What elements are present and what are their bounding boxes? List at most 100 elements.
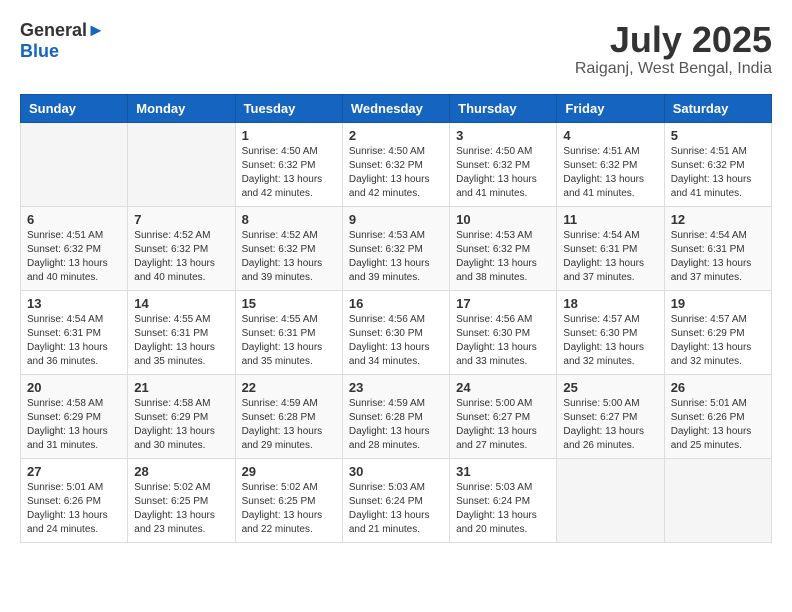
day-info: Sunrise: 4:55 AM Sunset: 6:31 PM Dayligh… bbox=[134, 313, 228, 369]
day-info: Sunrise: 5:01 AM Sunset: 6:26 PM Dayligh… bbox=[671, 397, 765, 453]
calendar-header-row: Sunday Monday Tuesday Wednesday Thursday… bbox=[21, 94, 772, 122]
col-friday: Friday bbox=[557, 94, 664, 122]
table-row bbox=[664, 458, 771, 542]
day-number: 3 bbox=[456, 128, 550, 143]
table-row: 16Sunrise: 4:56 AM Sunset: 6:30 PM Dayli… bbox=[342, 290, 449, 374]
col-monday: Monday bbox=[128, 94, 235, 122]
day-info: Sunrise: 4:50 AM Sunset: 6:32 PM Dayligh… bbox=[349, 145, 443, 201]
day-info: Sunrise: 4:53 AM Sunset: 6:32 PM Dayligh… bbox=[349, 229, 443, 285]
day-info: Sunrise: 4:56 AM Sunset: 6:30 PM Dayligh… bbox=[349, 313, 443, 369]
day-number: 31 bbox=[456, 464, 550, 479]
day-info: Sunrise: 5:03 AM Sunset: 6:24 PM Dayligh… bbox=[349, 481, 443, 537]
logo-icon: ► bbox=[87, 20, 105, 40]
col-wednesday: Wednesday bbox=[342, 94, 449, 122]
day-number: 28 bbox=[134, 464, 228, 479]
table-row: 23 Sunrise: 4:59 AM Sunset: 6:28 PM Dayli… bbox=[342, 374, 449, 458]
day-number: 6 bbox=[27, 212, 121, 227]
day-number: 20 bbox=[27, 380, 121, 395]
calendar-week-row: 13 Sunrise: 4:54 AM Sunset: 6:31 PM Dayli… bbox=[21, 290, 772, 374]
day-info: Sunrise: 5:01 AM Sunset: 6:26 PM Dayligh… bbox=[27, 481, 121, 537]
table-row: 15 Sunrise: 4:55 AM Sunset: 6:31 PM Dayli… bbox=[235, 290, 342, 374]
table-row: 5Sunrise: 4:51 AM Sunset: 6:32 PM Daylig… bbox=[664, 122, 771, 206]
day-info: Sunrise: 4:51 AM Sunset: 6:32 PM Dayligh… bbox=[563, 145, 657, 201]
day-number: 8 bbox=[242, 212, 336, 227]
logo-general: General bbox=[20, 20, 87, 40]
day-number: 13 bbox=[27, 296, 121, 311]
day-info: Sunrise: 4:57 AM Sunset: 6:30 PM Dayligh… bbox=[563, 313, 657, 369]
day-info: Sunrise: 4:59 AM Sunset: 6:28 PM Dayligh… bbox=[242, 397, 336, 453]
table-row: 28 Sunrise: 5:02 AM Sunset: 6:25 PM Dayli… bbox=[128, 458, 235, 542]
day-number: 15 bbox=[242, 296, 336, 311]
day-number: 4 bbox=[563, 128, 657, 143]
table-row: 8 Sunrise: 4:52 AM Sunset: 6:32 PM Daylig… bbox=[235, 206, 342, 290]
day-info: Sunrise: 5:02 AM Sunset: 6:25 PM Dayligh… bbox=[242, 481, 336, 537]
table-row: 4 Sunrise: 4:51 AM Sunset: 6:32 PM Daylig… bbox=[557, 122, 664, 206]
day-number: 24 bbox=[456, 380, 550, 395]
table-row: 14 Sunrise: 4:55 AM Sunset: 6:31 PM Dayli… bbox=[128, 290, 235, 374]
day-info: Sunrise: 4:56 AM Sunset: 6:30 PM Dayligh… bbox=[456, 313, 550, 369]
table-row bbox=[557, 458, 664, 542]
day-info: Sunrise: 4:50 AM Sunset: 6:32 PM Dayligh… bbox=[242, 145, 336, 201]
day-number: 1 bbox=[242, 128, 336, 143]
table-row: 6 Sunrise: 4:51 AM Sunset: 6:32 PM Daylig… bbox=[21, 206, 128, 290]
day-number: 23 bbox=[349, 380, 443, 395]
table-row: 9 Sunrise: 4:53 AM Sunset: 6:32 PM Daylig… bbox=[342, 206, 449, 290]
table-row: 10Sunrise: 4:53 AM Sunset: 6:32 PM Dayli… bbox=[450, 206, 557, 290]
day-info: Sunrise: 5:02 AM Sunset: 6:25 PM Dayligh… bbox=[134, 481, 228, 537]
location-title: Raiganj, West Bengal, India bbox=[575, 60, 772, 78]
day-info: Sunrise: 4:51 AM Sunset: 6:32 PM Dayligh… bbox=[27, 229, 121, 285]
calendar-week-row: 6 Sunrise: 4:51 AM Sunset: 6:32 PM Daylig… bbox=[21, 206, 772, 290]
table-row: 24 Sunrise: 5:00 AM Sunset: 6:27 PM Dayli… bbox=[450, 374, 557, 458]
day-number: 25 bbox=[563, 380, 657, 395]
day-number: 29 bbox=[242, 464, 336, 479]
table-row: 7 Sunrise: 4:52 AM Sunset: 6:32 PM Daylig… bbox=[128, 206, 235, 290]
calendar-table: Sunday Monday Tuesday Wednesday Thursday… bbox=[20, 94, 772, 543]
day-number: 14 bbox=[134, 296, 228, 311]
day-info: Sunrise: 4:54 AM Sunset: 6:31 PM Dayligh… bbox=[27, 313, 121, 369]
day-info: Sunrise: 4:54 AM Sunset: 6:31 PM Dayligh… bbox=[671, 229, 765, 285]
day-number: 10 bbox=[456, 212, 550, 227]
day-number: 26 bbox=[671, 380, 765, 395]
table-row: 17 Sunrise: 4:56 AM Sunset: 6:30 PM Dayli… bbox=[450, 290, 557, 374]
day-info: Sunrise: 4:55 AM Sunset: 6:31 PM Dayligh… bbox=[242, 313, 336, 369]
day-info: Sunrise: 4:52 AM Sunset: 6:32 PM Dayligh… bbox=[242, 229, 336, 285]
day-number: 7 bbox=[134, 212, 228, 227]
table-row: 27 Sunrise: 5:01 AM Sunset: 6:26 PM Dayli… bbox=[21, 458, 128, 542]
table-row: 2Sunrise: 4:50 AM Sunset: 6:32 PM Daylig… bbox=[342, 122, 449, 206]
table-row: 31 Sunrise: 5:03 AM Sunset: 6:24 PM Dayli… bbox=[450, 458, 557, 542]
table-row: 13 Sunrise: 4:54 AM Sunset: 6:31 PM Dayli… bbox=[21, 290, 128, 374]
day-info: Sunrise: 5:00 AM Sunset: 6:27 PM Dayligh… bbox=[456, 397, 550, 453]
table-row: 18 Sunrise: 4:57 AM Sunset: 6:30 PM Dayli… bbox=[557, 290, 664, 374]
day-info: Sunrise: 4:58 AM Sunset: 6:29 PM Dayligh… bbox=[27, 397, 121, 453]
day-number: 18 bbox=[563, 296, 657, 311]
table-row: 29 Sunrise: 5:02 AM Sunset: 6:25 PM Dayli… bbox=[235, 458, 342, 542]
day-number: 21 bbox=[134, 380, 228, 395]
day-number: 17 bbox=[456, 296, 550, 311]
table-row: 21 Sunrise: 4:58 AM Sunset: 6:29 PM Dayli… bbox=[128, 374, 235, 458]
day-info: Sunrise: 4:52 AM Sunset: 6:32 PM Dayligh… bbox=[134, 229, 228, 285]
col-tuesday: Tuesday bbox=[235, 94, 342, 122]
day-info: Sunrise: 4:58 AM Sunset: 6:29 PM Dayligh… bbox=[134, 397, 228, 453]
table-row: 30 Sunrise: 5:03 AM Sunset: 6:24 PM Dayli… bbox=[342, 458, 449, 542]
table-row: 26 Sunrise: 5:01 AM Sunset: 6:26 PM Dayli… bbox=[664, 374, 771, 458]
day-number: 22 bbox=[242, 380, 336, 395]
day-number: 19 bbox=[671, 296, 765, 311]
day-number: 11 bbox=[563, 212, 657, 227]
table-row bbox=[21, 122, 128, 206]
col-saturday: Saturday bbox=[664, 94, 771, 122]
day-number: 9 bbox=[349, 212, 443, 227]
day-info: Sunrise: 4:59 AM Sunset: 6:28 PM Dayligh… bbox=[349, 397, 443, 453]
day-number: 12 bbox=[671, 212, 765, 227]
table-row: 20 Sunrise: 4:58 AM Sunset: 6:29 PM Dayli… bbox=[21, 374, 128, 458]
page-header: General► Blue July 2025 Raiganj, West Be… bbox=[20, 20, 772, 78]
day-info: Sunrise: 4:54 AM Sunset: 6:31 PM Dayligh… bbox=[563, 229, 657, 285]
table-row: 19Sunrise: 4:57 AM Sunset: 6:29 PM Dayli… bbox=[664, 290, 771, 374]
logo-blue: Blue bbox=[20, 41, 59, 61]
day-number: 5 bbox=[671, 128, 765, 143]
day-number: 30 bbox=[349, 464, 443, 479]
title-section: July 2025 Raiganj, West Bengal, India bbox=[575, 20, 772, 78]
day-number: 27 bbox=[27, 464, 121, 479]
table-row: 1 Sunrise: 4:50 AM Sunset: 6:32 PM Daylig… bbox=[235, 122, 342, 206]
table-row: 22 Sunrise: 4:59 AM Sunset: 6:28 PM Dayli… bbox=[235, 374, 342, 458]
day-info: Sunrise: 5:03 AM Sunset: 6:24 PM Dayligh… bbox=[456, 481, 550, 537]
